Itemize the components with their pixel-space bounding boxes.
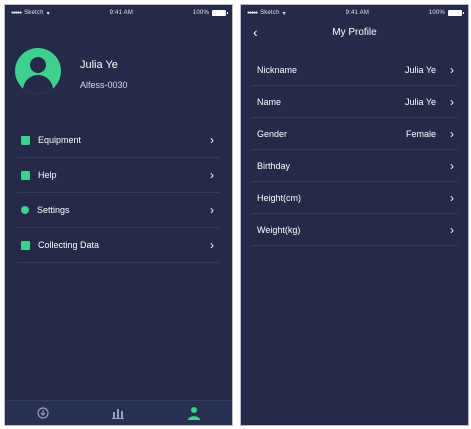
- chevron-right-icon: ›: [450, 94, 454, 109]
- chevron-right-icon: ›: [450, 222, 454, 237]
- home-icon: [37, 407, 49, 419]
- tab-bar: [5, 400, 232, 425]
- field-label: Gender: [257, 128, 288, 139]
- chevron-right-icon: ›: [210, 133, 214, 147]
- field-label: Height(cm): [257, 192, 302, 203]
- field-row-gender[interactable]: Gender Female ›: [251, 118, 458, 150]
- nav-bar: ‹ My Profile: [241, 21, 468, 45]
- field-row-nickname[interactable]: Nickname Julia Ye ›: [251, 54, 458, 86]
- equipment-icon: [21, 135, 30, 145]
- menu-item-label: Settings: [37, 205, 70, 215]
- field-row-birthday[interactable]: Birthday ›: [251, 150, 458, 182]
- carrier-label: Sketch: [260, 10, 280, 16]
- field-value: Julia Ye: [404, 64, 436, 75]
- user-id: Alfess-0030: [80, 80, 128, 90]
- status-time: 9:41 AM: [345, 10, 370, 16]
- field-label: Birthday: [257, 160, 291, 171]
- menu-item-settings[interactable]: Settings ›: [17, 193, 220, 228]
- status-time: 9:41 AM: [109, 10, 134, 16]
- signal-icon: ●●●●●: [11, 10, 22, 16]
- chevron-right-icon: ›: [210, 168, 214, 182]
- tab-home[interactable]: [33, 404, 53, 422]
- avatar-head: [30, 57, 46, 73]
- battery-icon: [447, 10, 464, 16]
- status-bar: ●●●●● Sketch ▾ 9:41 AM 100%: [241, 5, 468, 21]
- help-icon: [21, 170, 30, 180]
- field-row-height[interactable]: Height(cm) ›: [251, 182, 458, 214]
- person-icon: [188, 407, 201, 420]
- avatar-body: [23, 75, 53, 94]
- profile-fields: Nickname Julia Ye › Name Julia Ye › Gend…: [241, 54, 468, 246]
- chevron-right-icon: ›: [450, 62, 454, 77]
- chevron-right-icon: ›: [210, 203, 214, 217]
- wifi-icon: ▾: [46, 10, 50, 17]
- menu-item-equipment[interactable]: Equipment ›: [17, 123, 220, 158]
- tab-profile[interactable]: [184, 404, 204, 422]
- avatar[interactable]: [15, 48, 61, 94]
- menu-item-help[interactable]: Help ›: [17, 158, 220, 193]
- status-bar: ●●●●● Sketch ▾ 9:41 AM 100%: [5, 5, 232, 21]
- wifi-icon: ▾: [282, 10, 286, 17]
- battery-percent: 100%: [192, 10, 209, 16]
- menu-item-label: Equipment: [38, 135, 82, 145]
- signal-icon: ●●●●●: [247, 10, 258, 16]
- chevron-right-icon: ›: [450, 190, 454, 205]
- profile-menu-screen: ●●●●● Sketch ▾ 9:41 AM 100% Julia Ye Alf…: [4, 4, 233, 426]
- field-label: Name: [257, 96, 282, 107]
- chevron-right-icon: ›: [450, 158, 454, 173]
- data-icon: [21, 240, 30, 250]
- my-profile-screen: ●●●●● Sketch ▾ 9:41 AM 100% ‹ My Profile…: [240, 4, 469, 426]
- user-name: Julia Ye: [80, 59, 118, 71]
- menu-item-label: Collecting Data: [38, 240, 100, 250]
- chevron-right-icon: ›: [450, 126, 454, 141]
- field-label: Weight(kg): [257, 224, 301, 235]
- page-title: My Profile: [332, 27, 377, 38]
- gear-icon: [21, 206, 29, 214]
- tab-stats[interactable]: [108, 404, 128, 422]
- battery-percent: 100%: [428, 10, 445, 16]
- field-row-weight[interactable]: Weight(kg) ›: [251, 214, 458, 246]
- settings-menu: Equipment › Help › Settings › Collecting…: [5, 123, 232, 263]
- menu-item-label: Help: [38, 170, 57, 180]
- field-value: Julia Ye: [404, 96, 436, 107]
- chart-icon: [112, 409, 125, 419]
- battery-icon: [211, 10, 228, 16]
- menu-item-collecting-data[interactable]: Collecting Data ›: [17, 228, 220, 263]
- field-row-name[interactable]: Name Julia Ye ›: [251, 86, 458, 118]
- field-value: Female: [405, 128, 436, 139]
- carrier-label: Sketch: [24, 10, 44, 16]
- chevron-right-icon: ›: [210, 238, 214, 252]
- field-label: Nickname: [257, 64, 298, 75]
- profile-header[interactable]: Julia Ye Alfess-0030: [5, 21, 232, 107]
